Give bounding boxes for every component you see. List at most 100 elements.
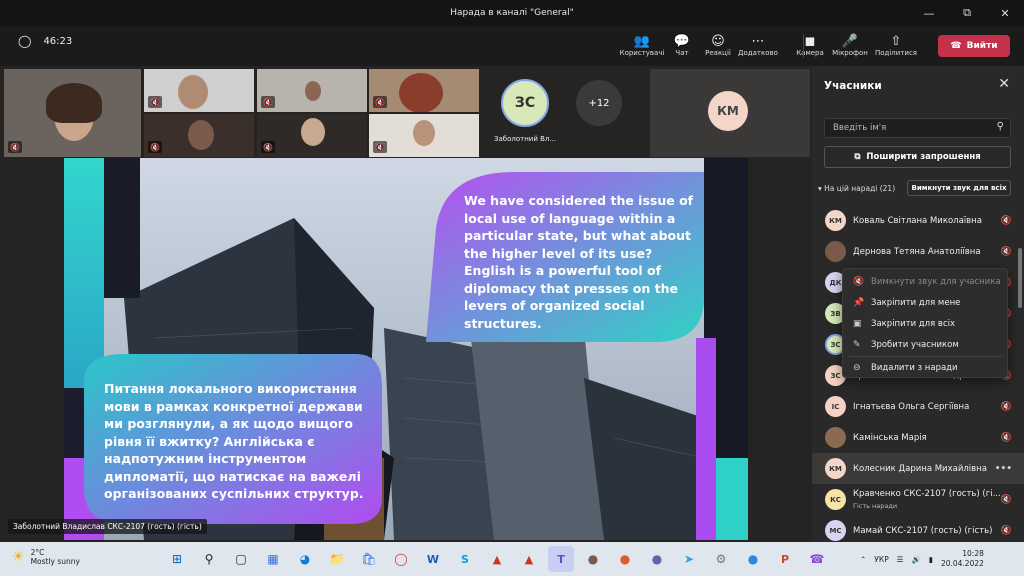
opera-icon[interactable]: ◯ (388, 546, 414, 572)
search-icon[interactable]: ⚲ (196, 546, 222, 572)
more-icon: ⋯ (751, 34, 765, 49)
participant-row[interactable]: КС Кравченко СКС-2107 (гость) (гі... Гіс… (812, 484, 1024, 515)
reactions-label: Реакції (705, 49, 731, 57)
wifi-icon[interactable]: ☰ (897, 555, 904, 564)
weather-widget[interactable]: ☀ 2°C Mostly sunny (12, 548, 80, 566)
avatar-tile[interactable]: КМ (650, 69, 810, 157)
participant-row[interactable]: Дернова Тетяна Анатоліївна 🔇 (812, 236, 1024, 267)
video-tile[interactable]: 🔇 (257, 114, 367, 157)
participant-row[interactable]: Камінська Марія 🔇 (812, 422, 1024, 453)
avatar-name: Заболотний Вл... (494, 135, 557, 143)
presenter-name-label: Заболотний Владислав СКС-2107 (гость) (г… (8, 519, 207, 534)
chat-button[interactable]: 💬 Чат (664, 30, 700, 62)
avatar-tile[interactable]: ЗС Заболотний Вл... (482, 69, 570, 157)
restore-icon[interactable]: ⧉ (948, 0, 986, 26)
chevron-up-icon[interactable]: ⌃ (860, 555, 866, 564)
search-icon[interactable]: ⚲ (997, 121, 1004, 132)
word-icon[interactable]: W (420, 546, 446, 572)
panel-title: Учасники (824, 80, 882, 92)
video-tile[interactable]: 🔇 (144, 114, 254, 157)
mic-off-icon: 🔇 (148, 141, 162, 153)
participant-row-selected[interactable]: КМ Колесник Дарина Михайлівна ••• (812, 453, 1024, 484)
mute-all-button[interactable]: Вимкнути звук для всіх (907, 180, 1011, 196)
settings-icon[interactable]: ⚙ (708, 546, 734, 572)
menu-item-make-attendee[interactable]: ✎ Зробити учасником (843, 334, 1009, 355)
acrobat-icon[interactable]: ▲ (484, 546, 510, 572)
slide-english-text: We have considered the issue of local us… (464, 193, 694, 331)
mic-off-icon: 🔇 (1000, 432, 1012, 443)
scrollbar[interactable] (1018, 248, 1022, 308)
mic-off-icon: 🔇 (1000, 246, 1012, 257)
mic-off-icon: 🔇 (373, 141, 387, 153)
share-button[interactable]: ⇧ Поділитися (872, 30, 920, 62)
edge-icon[interactable]: ◕ (292, 546, 318, 572)
widgets-icon[interactable]: ▦ (260, 546, 286, 572)
minimize-icon[interactable]: — (910, 0, 948, 26)
share-invite-button[interactable]: ⧉ Поширити запрошення (824, 146, 1011, 168)
mic-button[interactable]: 🎤 Мікрофон (828, 30, 872, 62)
camera-button[interactable]: ◼ Камера (792, 30, 828, 62)
people-button[interactable]: 👥 Користувачі (619, 30, 665, 62)
participant-name: Кравченко СКС-2107 (гость) (гі... (853, 489, 1001, 499)
video-tile[interactable]: 🔇 (144, 69, 254, 112)
app-icon[interactable]: ● (740, 546, 766, 572)
in-meeting-section[interactable]: ▾ На цій нараді (21) (818, 184, 895, 193)
search-input[interactable]: Введіть ім'я ⚲ (824, 118, 1011, 138)
date: 20.04.2022 (940, 559, 984, 568)
teams-classic-icon[interactable]: ● (644, 546, 670, 572)
pdf-icon[interactable]: ▲ (516, 546, 542, 572)
mic-off-icon: 🔇 (373, 96, 387, 108)
menu-item-remove[interactable]: ⊖ Видалити з наради (843, 357, 1009, 378)
chevron-down-icon: ▾ (818, 184, 822, 193)
participant-name: Колесник Дарина Михайлівна (853, 463, 987, 474)
avatar: КМ (708, 91, 748, 131)
close-icon[interactable]: ✕ (986, 0, 1024, 26)
reactions-button[interactable]: ☺ Реакції (700, 30, 736, 62)
system-tray: ⌃ УКР ☰ 🔊 ▮ 10:28 20.04.2022 (860, 542, 984, 576)
mute-icon: 🔇 (853, 276, 865, 287)
window-title: Нарада в каналі "General" (450, 8, 574, 18)
start-icon[interactable]: ⊞ (164, 546, 190, 572)
task-view-icon[interactable]: ▢ (228, 546, 254, 572)
teams-icon[interactable]: T (548, 546, 574, 572)
video-tile[interactable]: 🔇 (4, 69, 141, 157)
window-title-bar: Нарада в каналі "General" — ⧉ ✕ (0, 0, 1024, 26)
menu-item-pin-for-me[interactable]: 📌 Закріпити для мене (843, 292, 1009, 313)
video-tile[interactable]: 🔇 (369, 114, 479, 157)
file-explorer-icon[interactable]: 📁 (324, 546, 350, 572)
meeting-timer: 46:23 (43, 35, 73, 47)
participant-row[interactable]: КМ Коваль Світлана Миколаївна 🔇 (812, 205, 1024, 236)
shared-presentation: We have considered the issue of local us… (64, 158, 748, 540)
language-indicator[interactable]: УКР (874, 555, 888, 564)
people-icon: 👥 (633, 34, 651, 49)
video-tile[interactable]: 🔇 (257, 69, 367, 112)
pin-icon: 📌 (853, 297, 865, 308)
telegram-icon[interactable]: ➤ (676, 546, 702, 572)
skype-icon[interactable]: S (452, 546, 478, 572)
store-icon[interactable]: 🛍 (356, 546, 382, 572)
mic-off-icon: 🔇 (1000, 401, 1012, 412)
mic-off-icon: 🔇 (148, 96, 162, 108)
menu-item-mute[interactable]: 🔇 Вимкнути звук для учасника (843, 271, 1009, 292)
menu-item-pin-for-all[interactable]: ▣ Закріпити для всіх (843, 313, 1009, 334)
leave-button[interactable]: ☎ Вийти (938, 35, 1010, 57)
overflow-participants-button[interactable]: +12 (576, 80, 622, 126)
more-button[interactable]: ⋯ Додатково (736, 30, 780, 62)
app-icon[interactable]: ● (612, 546, 638, 572)
powerpoint-icon[interactable]: P (772, 546, 798, 572)
participant-row[interactable]: ІС Ігнатьєва Ольга Сергіївна 🔇 (812, 391, 1024, 422)
close-icon[interactable]: ✕ (998, 76, 1010, 92)
mic-off-icon: 🔇 (261, 96, 275, 108)
more-label: Додатково (738, 49, 778, 57)
app-icon[interactable]: ● (580, 546, 606, 572)
viber-icon[interactable]: ☎ (804, 546, 830, 572)
more-options-icon[interactable]: ••• (995, 464, 1012, 474)
toolbar-divider (803, 34, 804, 58)
clock[interactable]: 10:28 20.04.2022 (941, 549, 984, 569)
video-tile[interactable]: 🔇 (369, 69, 479, 112)
battery-icon[interactable]: ▮ (929, 555, 933, 564)
avatar: ІС (825, 396, 846, 417)
make-attendee-icon: ✎ (853, 339, 861, 350)
volume-icon[interactable]: 🔊 (911, 555, 920, 564)
people-label: Користувачі (619, 49, 665, 57)
